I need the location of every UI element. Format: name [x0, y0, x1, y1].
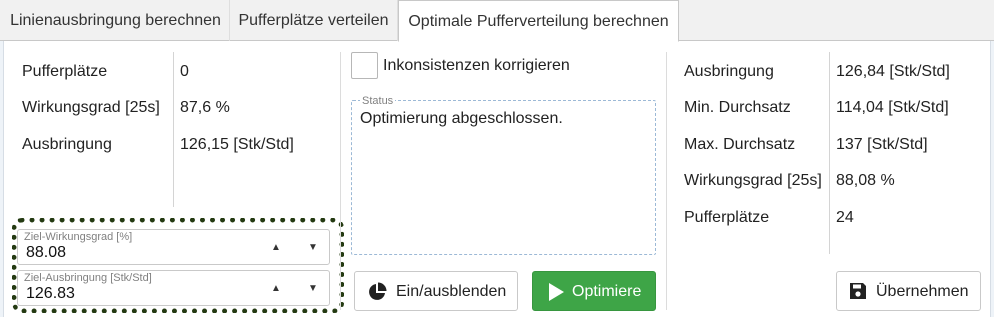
kv-key: Wirkungsgrad [25s] [22, 99, 160, 116]
kv-value: 0 [180, 63, 189, 80]
column-separator [340, 52, 341, 310]
spinner-label: Ziel-Wirkungsgrad [%] [24, 231, 133, 243]
target-output-spinner[interactable]: Ziel-Ausbringung [Stk/Std] 126.83 ▲ ▼ [17, 270, 330, 306]
kv-value: 137 [Stk/Std] [836, 136, 928, 153]
app-window: Linienausbringung berechnen Pufferplätze… [0, 0, 994, 317]
window-border-left [0, 41, 4, 317]
optimized-values-grid: Ausbringung 126,84 [Stk/Std] Min. Durchs… [684, 63, 984, 233]
triangle-up-icon[interactable]: ▲ [271, 242, 281, 253]
kv-key: Min. Durchsatz [684, 99, 791, 116]
target-output-value[interactable]: 126.83 [26, 285, 75, 303]
tab-linienausbringung[interactable]: Linienausbringung berechnen [2, 0, 230, 41]
apply-button[interactable]: Übernehmen [836, 271, 981, 311]
column-separator [666, 52, 667, 310]
kv-value: 88,08 % [836, 172, 895, 189]
status-field: Status Optimierung abgeschlossen. [351, 95, 656, 255]
kv-value: 87,6 % [180, 99, 230, 116]
pie-chart-icon [367, 282, 387, 307]
play-icon [547, 282, 565, 307]
triangle-down-icon[interactable]: ▼ [308, 242, 318, 253]
optimize-button[interactable]: Optimiere [532, 271, 656, 311]
kv-value: 24 [836, 209, 854, 226]
toggle-chart-button[interactable]: Ein/ausblenden [354, 271, 518, 311]
window-border-right [990, 41, 994, 317]
grid-divider [829, 52, 830, 254]
kv-key: Wirkungsgrad [25s] [684, 172, 822, 189]
spinner-label: Ziel-Ausbringung [Stk/Std] [24, 272, 152, 284]
target-efficiency-value[interactable]: 88.08 [26, 244, 66, 262]
fix-inconsistencies-label[interactable]: Inkonsistenzen korrigieren [383, 57, 570, 75]
triangle-up-icon[interactable]: ▲ [271, 283, 281, 294]
status-label: Status [360, 95, 396, 107]
kv-key: Ausbringung [684, 63, 774, 80]
kv-value: 126,15 [Stk/Std] [180, 136, 294, 153]
kv-key: Pufferplätze [22, 63, 108, 80]
kv-value: 114,04 [Stk/Std] [836, 99, 949, 116]
kv-key: Max. Durchsatz [684, 136, 796, 153]
toggle-chart-label: Ein/ausblenden [396, 283, 507, 300]
status-text: Optimierung abgeschlossen. [360, 110, 563, 127]
current-values-grid: Pufferplätze 0 Wirkungsgrad [25s] 87,6 %… [22, 63, 342, 193]
kv-key: Pufferplätze [684, 209, 770, 226]
grid-divider [173, 52, 174, 207]
save-icon [849, 282, 867, 305]
target-efficiency-spinner[interactable]: Ziel-Wirkungsgrad [%] 88.08 ▲ ▼ [17, 229, 330, 265]
tab-bar: Linienausbringung berechnen Pufferplätze… [0, 0, 994, 42]
triangle-down-icon[interactable]: ▼ [308, 283, 318, 294]
tab-pufferplaetze-verteilen[interactable]: Pufferplätze verteilen [230, 0, 398, 41]
kv-value: 126,84 [Stk/Std] [836, 63, 950, 80]
tab-optimale-pufferverteilung[interactable]: Optimale Pufferverteilung berechnen [398, 0, 679, 42]
fix-inconsistencies-checkbox[interactable] [351, 52, 378, 79]
apply-label: Übernehmen [876, 283, 969, 300]
kv-key: Ausbringung [22, 136, 112, 153]
optimize-label: Optimiere [572, 283, 642, 300]
